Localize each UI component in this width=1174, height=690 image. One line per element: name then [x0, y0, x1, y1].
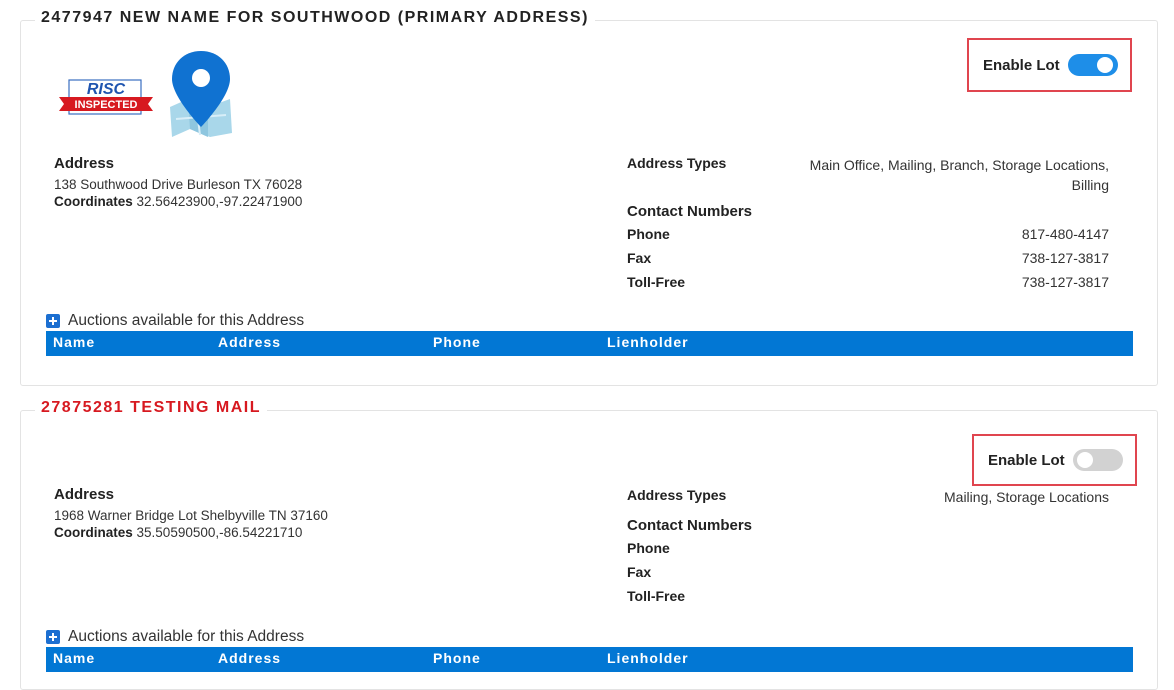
- enable-lot-toggle[interactable]: [1072, 449, 1123, 471]
- column-header-lienholder[interactable]: Lienholder: [607, 650, 689, 666]
- enable-lot-highlight: Enable Lot: [967, 38, 1132, 92]
- tollfree-row: Toll-Free: [627, 588, 1109, 604]
- address-types-row: Address Types Main Office, Mailing, Bran…: [627, 155, 1109, 195]
- fax-value: 738-127-3817: [1021, 250, 1109, 266]
- address-types-value: Main Office, Mailing, Branch, Storage Lo…: [809, 157, 1109, 193]
- fax-row: Fax: [627, 564, 1109, 580]
- address-card-primary: 2477947 NEW NAME FOR SOUTHWOOD (PRIMARY …: [20, 9, 1158, 386]
- column-header-name[interactable]: Name: [53, 334, 95, 350]
- coordinates-label: Coordinates: [54, 194, 133, 209]
- phone-value: 817-480-4147: [1021, 226, 1109, 242]
- address-types-label: Address Types: [627, 487, 727, 503]
- address-types-value: Mailing, Storage Locations: [944, 489, 1109, 505]
- phone-row: Phone 817-480-4147: [627, 226, 1109, 242]
- card-title: 27875281 TESTING MAIL: [35, 399, 268, 417]
- tollfree-label: Toll-Free: [627, 588, 686, 604]
- contact-numbers-heading: Contact Numbers: [627, 203, 753, 220]
- address-heading: Address: [54, 155, 115, 172]
- contact-numbers-heading: Contact Numbers: [627, 517, 753, 534]
- auctions-table-header: Name Address Phone Lienholder: [46, 647, 1133, 672]
- address-types-label: Address Types: [627, 155, 727, 171]
- auctions-label: Auctions available for this Address: [68, 628, 305, 645]
- address-section: Address 1968 Warner Bridge Lot Shelbyvil…: [54, 486, 328, 540]
- column-header-phone[interactable]: Phone: [433, 650, 481, 666]
- enable-lot-toggle[interactable]: [1067, 54, 1118, 76]
- plus-icon[interactable]: [46, 314, 60, 328]
- fax-row: Fax 738-127-3817: [627, 250, 1109, 266]
- fax-label: Fax: [627, 564, 652, 580]
- tollfree-row: Toll-Free 738-127-3817: [627, 274, 1109, 290]
- plus-icon[interactable]: [46, 630, 60, 644]
- column-header-phone[interactable]: Phone: [433, 334, 481, 350]
- column-header-lienholder[interactable]: Lienholder: [607, 334, 689, 350]
- column-header-name[interactable]: Name: [53, 650, 95, 666]
- address-section: Address 138 Southwood Drive Burleson TX …: [54, 155, 302, 209]
- coordinates-line: Coordinates 32.56423900,-97.22471900: [54, 194, 302, 209]
- card-title: 2477947 NEW NAME FOR SOUTHWOOD (PRIMARY …: [35, 9, 595, 27]
- auctions-table-header: Name Address Phone Lienholder: [46, 331, 1133, 356]
- auctions-toggle[interactable]: Auctions available for this Address: [46, 628, 304, 646]
- details-section: Address Types Main Office, Mailing, Bran…: [627, 155, 1109, 290]
- phone-label: Phone: [627, 226, 670, 242]
- coordinates-line: Coordinates 35.50590500,-86.54221710: [54, 525, 328, 540]
- fax-label: Fax: [627, 250, 652, 266]
- column-header-address[interactable]: Address: [218, 334, 281, 350]
- phone-label: Phone: [627, 540, 670, 556]
- risc-inspected-logo: RISC INSPECTED: [59, 79, 153, 115]
- address-card-secondary: 27875281 TESTING MAIL Enable Lot Address…: [20, 399, 1158, 690]
- toggle-knob: [1076, 452, 1093, 468]
- tollfree-value: 738-127-3817: [1021, 274, 1109, 290]
- enable-lot-highlight: Enable Lot: [972, 434, 1137, 486]
- toggle-knob: [1096, 57, 1113, 73]
- details-section: Address Types Mailing, Storage Locations…: [627, 487, 1109, 604]
- coordinates-label: Coordinates: [54, 525, 133, 540]
- address-heading: Address: [54, 486, 115, 503]
- risc-logo-text: RISC: [87, 81, 126, 98]
- map-pin-icon: [170, 51, 232, 137]
- coordinates-value: 32.56423900,-97.22471900: [136, 194, 303, 209]
- enable-lot-label: Enable Lot: [983, 56, 1060, 74]
- address-line: 138 Southwood Drive Burleson TX 76028: [54, 177, 303, 192]
- address-types-row: Address Types Mailing, Storage Locations: [627, 487, 1109, 507]
- auctions-toggle[interactable]: Auctions available for this Address: [46, 312, 304, 330]
- inspected-logo-text: INSPECTED: [75, 99, 138, 111]
- phone-row: Phone: [627, 540, 1109, 556]
- tollfree-label: Toll-Free: [627, 274, 686, 290]
- auctions-label: Auctions available for this Address: [68, 312, 305, 329]
- column-header-address[interactable]: Address: [218, 650, 281, 666]
- enable-lot-label: Enable Lot: [988, 451, 1065, 469]
- coordinates-value: 35.50590500,-86.54221710: [136, 525, 303, 540]
- address-line: 1968 Warner Bridge Lot Shelbyville TN 37…: [54, 508, 328, 523]
